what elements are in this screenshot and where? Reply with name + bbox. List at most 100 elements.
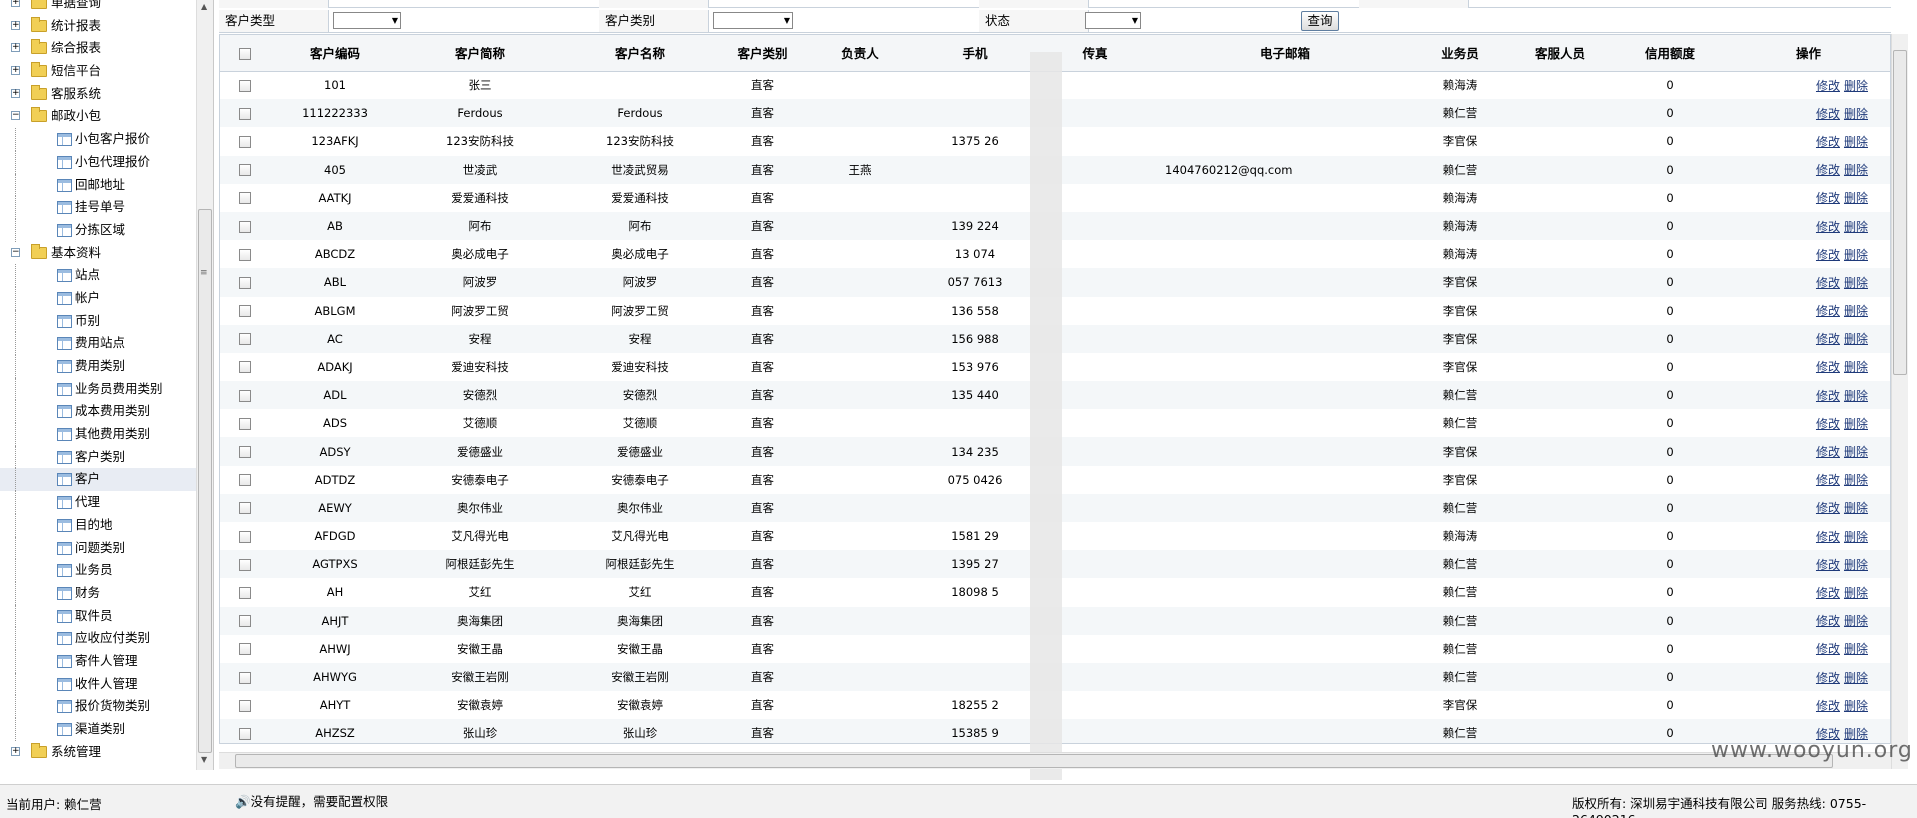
tree-node[interactable]: 费用站点 <box>0 332 196 355</box>
row-checkbox[interactable] <box>239 248 251 261</box>
column-header[interactable]: 客户类别 <box>720 35 805 72</box>
edit-link[interactable]: 修改 <box>1816 248 1840 262</box>
edit-link[interactable]: 修改 <box>1816 191 1840 205</box>
expand-icon[interactable]: + <box>11 0 20 7</box>
edit-link[interactable]: 修改 <box>1816 614 1840 628</box>
delete-link[interactable]: 删除 <box>1844 642 1868 656</box>
edit-link[interactable]: 修改 <box>1816 642 1840 656</box>
tree-node[interactable]: + 短信平台 <box>0 60 196 83</box>
edit-link[interactable]: 修改 <box>1816 473 1840 487</box>
row-checkbox[interactable] <box>239 417 251 430</box>
tree-node[interactable]: 其他费用类别 <box>0 423 196 446</box>
edit-link[interactable]: 修改 <box>1816 304 1840 318</box>
delete-link[interactable]: 删除 <box>1844 304 1868 318</box>
delete-link[interactable]: 删除 <box>1844 163 1868 177</box>
delete-link[interactable]: 删除 <box>1844 614 1868 628</box>
tree-node[interactable]: 分拣区域 <box>0 218 196 242</box>
grid-horizontal-scrollbar[interactable] <box>219 752 1891 769</box>
tree-node[interactable]: 客户类别 <box>0 445 196 469</box>
collapse-icon[interactable]: − <box>11 247 20 257</box>
scroll-down-icon[interactable]: ▼ <box>201 755 207 764</box>
expand-icon[interactable]: + <box>11 66 20 76</box>
column-header[interactable]: 业务员 <box>1415 35 1505 72</box>
tree-node[interactable]: 回邮地址 <box>0 173 196 197</box>
column-header[interactable]: 客户简称 <box>400 35 560 72</box>
tree-node[interactable]: − 邮政小包 <box>0 105 196 128</box>
grid-hscroll-thumb[interactable] <box>235 754 1833 768</box>
tree-node[interactable]: 取件员 <box>0 604 196 628</box>
sidebar-scrollbar[interactable]: ▲ ≡ ▼ <box>196 0 213 770</box>
row-checkbox[interactable] <box>239 305 251 318</box>
row-checkbox[interactable] <box>239 135 251 148</box>
row-checkbox[interactable] <box>239 446 251 459</box>
delete-link[interactable]: 删除 <box>1844 417 1868 431</box>
tree-node[interactable]: 费用类别 <box>0 355 196 378</box>
column-header[interactable]: 客服人员 <box>1505 35 1615 72</box>
row-checkbox[interactable] <box>239 333 251 346</box>
row-checkbox[interactable] <box>239 530 251 543</box>
customer-type-select[interactable]: ▼ <box>333 12 401 29</box>
tree-node[interactable]: 寄件人管理 <box>0 649 196 673</box>
row-checkbox[interactable] <box>239 361 251 374</box>
column-header[interactable]: 客户编码 <box>270 35 400 72</box>
delete-link[interactable]: 删除 <box>1844 107 1868 121</box>
row-checkbox[interactable] <box>239 389 251 402</box>
edit-link[interactable]: 修改 <box>1816 671 1840 685</box>
row-checkbox[interactable] <box>239 699 251 712</box>
tree-node[interactable]: 代理 <box>0 491 196 514</box>
delete-link[interactable]: 删除 <box>1844 248 1868 262</box>
edit-link[interactable]: 修改 <box>1816 79 1840 93</box>
delete-link[interactable]: 删除 <box>1844 558 1868 572</box>
row-checkbox[interactable] <box>239 502 251 515</box>
edit-link[interactable]: 修改 <box>1816 163 1840 177</box>
column-header[interactable]: 信用额度 <box>1615 35 1725 72</box>
delete-link[interactable]: 删除 <box>1844 473 1868 487</box>
row-checkbox[interactable] <box>239 643 251 656</box>
delete-link[interactable]: 删除 <box>1844 699 1868 713</box>
expand-icon[interactable]: + <box>11 88 20 98</box>
edit-link[interactable]: 修改 <box>1816 445 1840 459</box>
tree-node[interactable]: 客户 <box>0 468 196 492</box>
tree-node[interactable]: + 单据查询 <box>0 0 196 15</box>
delete-link[interactable]: 删除 <box>1844 191 1868 205</box>
tree-node[interactable]: + 综合报表 <box>0 37 196 60</box>
tree-node[interactable]: + 系统管理 <box>0 741 196 764</box>
column-header[interactable]: 客户名称 <box>560 35 720 72</box>
delete-link[interactable]: 删除 <box>1844 389 1868 403</box>
edit-link[interactable]: 修改 <box>1816 220 1840 234</box>
grid-scroll-thumb[interactable] <box>1893 50 1907 375</box>
row-checkbox[interactable] <box>239 474 251 487</box>
expand-icon[interactable]: + <box>11 43 20 53</box>
edit-link[interactable]: 修改 <box>1816 558 1840 572</box>
edit-link[interactable]: 修改 <box>1816 332 1840 346</box>
row-checkbox[interactable] <box>239 615 251 628</box>
tree-node[interactable]: 币别 <box>0 309 196 333</box>
scroll-up-icon[interactable]: ▲ <box>201 2 207 11</box>
row-checkbox[interactable] <box>239 220 251 233</box>
row-checkbox[interactable] <box>239 276 251 289</box>
delete-link[interactable]: 删除 <box>1844 332 1868 346</box>
tree-node[interactable]: 业务员费用类别 <box>0 377 196 401</box>
column-header[interactable]: 负责人 <box>805 35 915 72</box>
edit-link[interactable]: 修改 <box>1816 699 1840 713</box>
status-select[interactable]: ▼ <box>1085 12 1141 29</box>
delete-link[interactable]: 删除 <box>1844 586 1868 600</box>
tree-node[interactable]: 报价货物类别 <box>0 695 196 718</box>
row-checkbox[interactable] <box>239 79 251 92</box>
tree-node[interactable]: − 基本资料 <box>0 242 196 265</box>
delete-link[interactable]: 删除 <box>1844 276 1868 290</box>
grid-vertical-scrollbar[interactable] <box>1891 34 1908 769</box>
column-header[interactable]: 手机 <box>915 35 1035 72</box>
edit-link[interactable]: 修改 <box>1816 586 1840 600</box>
tree-node[interactable]: 渠道类别 <box>0 718 196 741</box>
tree-node[interactable]: 小包代理报价 <box>0 150 196 174</box>
delete-link[interactable]: 删除 <box>1844 501 1868 515</box>
delete-link[interactable]: 删除 <box>1844 79 1868 93</box>
collapse-icon[interactable]: − <box>11 111 20 121</box>
tree-node[interactable]: 帐户 <box>0 286 196 310</box>
edit-link[interactable]: 修改 <box>1816 501 1840 515</box>
edit-link[interactable]: 修改 <box>1816 530 1840 544</box>
expand-icon[interactable]: + <box>11 746 20 756</box>
row-checkbox[interactable] <box>239 164 251 177</box>
tree-node[interactable]: 站点 <box>0 264 196 287</box>
